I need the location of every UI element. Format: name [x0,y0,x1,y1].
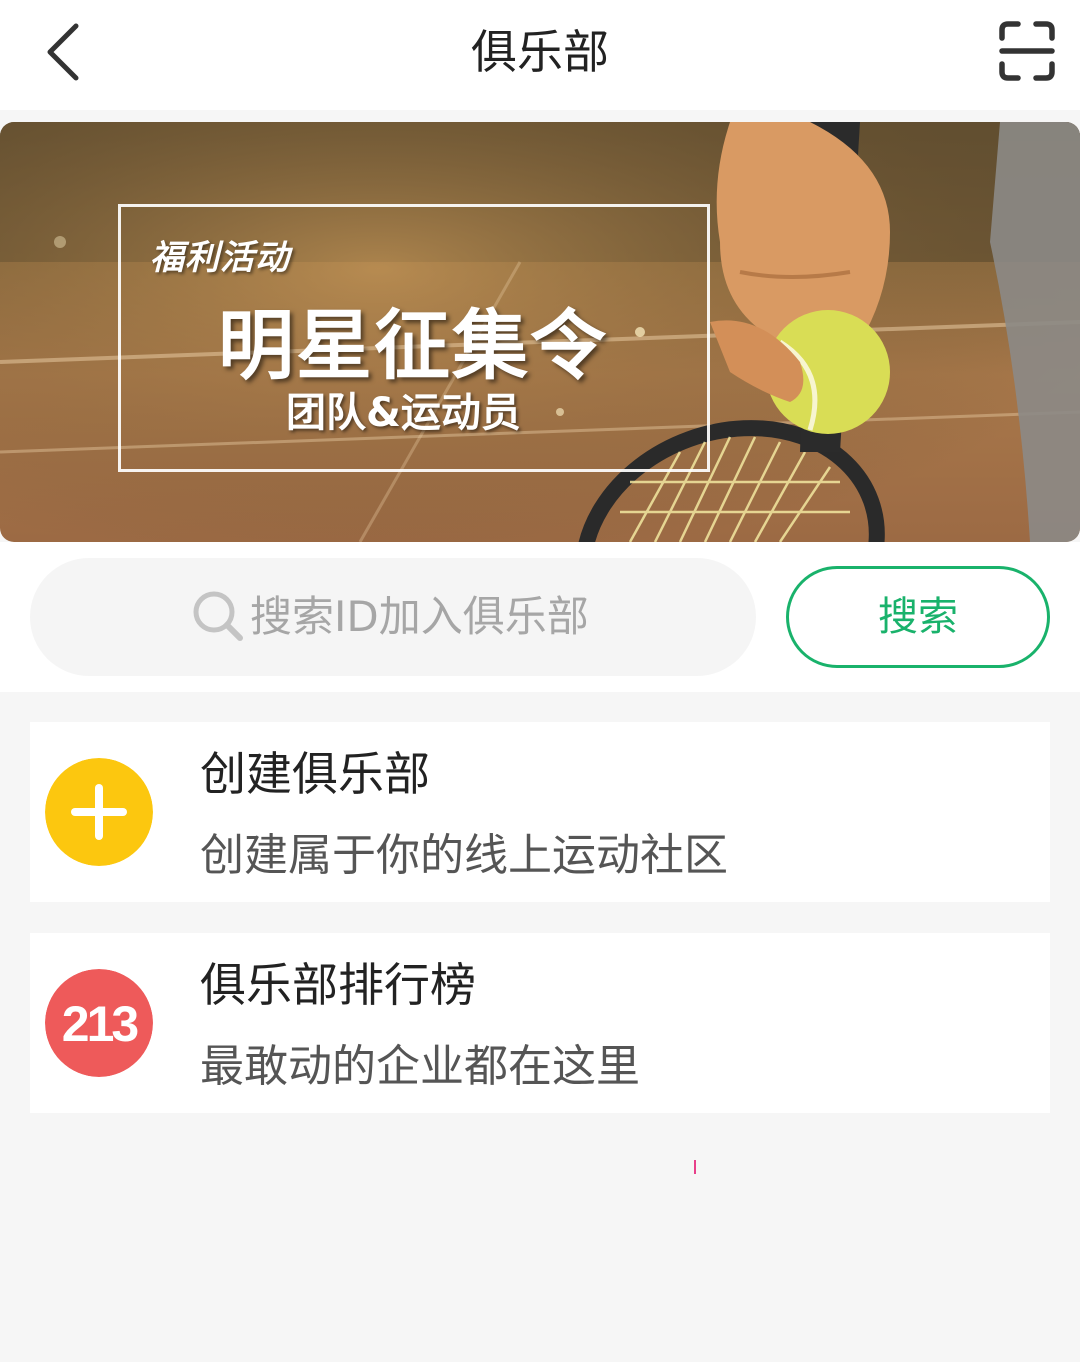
banner-headline: 明星征集令 [218,301,608,390]
indicator-mark [694,1160,696,1174]
scan-icon [999,21,1055,81]
ranking-icon: 213 [45,969,153,1077]
club-ranking-title: 俱乐部排行榜 [200,958,476,1012]
club-ranking-description: 最敢动的企业都在这里 [200,1041,640,1092]
search-input[interactable]: 搜索ID加入俱乐部 [30,558,756,676]
search-placeholder: 搜索ID加入俱乐部 [250,592,589,641]
top-nav-bar: 俱乐部 [0,0,1080,110]
page-title: 俱乐部 [471,25,609,79]
create-club-title: 创建俱乐部 [200,747,430,801]
search-bar: 搜索ID加入俱乐部 搜索 [0,542,1080,692]
club-ranking-item[interactable]: 213 俱乐部排行榜 最敢动的企业都在这里 [30,933,1050,1113]
create-club-description: 创建属于你的线上运动社区 [200,830,728,881]
search-button[interactable]: 搜索 [786,566,1050,668]
plus-icon [45,758,153,866]
banner-subline: 团队&运动员 [286,390,521,436]
promo-banner[interactable]: 福利活动 明星征集令 团队&运动员 [0,122,1080,542]
create-club-item[interactable]: 创建俱乐部 创建属于你的线上运动社区 [30,722,1050,902]
banner-tag: 福利活动 [150,238,290,278]
scan-button[interactable] [992,16,1062,86]
ranking-icon-text: 213 [62,996,138,1052]
search-icon [193,591,243,641]
